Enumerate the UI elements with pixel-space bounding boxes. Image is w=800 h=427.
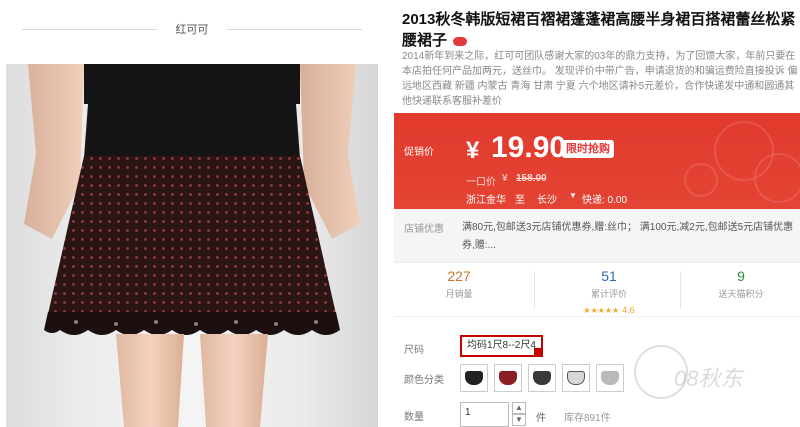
stat-reviews[interactable]: 51 累计评价 ★★★★★ 4.6 [544,263,674,318]
color-swatch[interactable] [596,364,624,392]
price-label: 促销价 [404,147,434,158]
stat-value: 227 [447,268,471,284]
star-rating-icon: ★★★★★ [583,306,620,315]
skirt-photo-illustration [24,64,360,427]
stock-count: 库存891件 [564,413,611,424]
ship-origin: 浙江金华 [466,195,506,206]
decor-circle [684,163,718,197]
product-info-panel: 2013秋冬韩版短裙百褶裙蓬蓬裙高腰半身裙百搭裙蕾丝松紧腰裙子 2014新年到来… [394,0,800,427]
stats-bar: 227 月销量 51 累计评价 ★★★★★ 4.6 9 送天猫积分 [394,262,800,317]
brand-header: 红可可 [0,0,384,58]
brand-name: 红可可 [175,24,209,36]
product-title: 2013秋冬韩版短裙百褶裙蓬蓬裙高腰半身裙百搭裙蕾丝松紧腰裙子 [402,9,800,51]
check-icon [533,348,542,356]
ship-destination-select[interactable]: 长沙 [537,191,557,206]
flash-sale-badge: 限时抢购 [562,140,614,158]
chevron-down-icon[interactable]: ▼ [569,191,577,200]
color-swatch[interactable] [528,364,556,392]
product-page: 红可可 2013秋冬韩版短裙百褶裙蓬蓬裙高腰半身裙百搭裙蕾丝松紧腰裙子 2014… [0,0,800,427]
currency-symbol: ¥ [466,137,480,164]
ship-to-label: 至 [515,195,525,206]
rating-row: ★★★★★ 4.6 [544,300,674,318]
hot-icon [453,36,468,46]
divider [22,29,157,30]
quantity-decrease-button[interactable]: ▼ [512,414,526,426]
quantity-unit: 件 [536,413,546,424]
divider [227,29,362,30]
product-image-panel: 红可可 [0,0,384,427]
decor-circle [754,153,800,203]
stat-value: 9 [737,268,745,284]
watermark-text: 08秋东 [674,366,743,391]
product-photo[interactable] [6,64,378,427]
quantity-input[interactable]: 1 [460,402,509,427]
stat-label: 月销量 [445,289,473,299]
stat-points: 9 送天猫积分 [686,263,796,318]
quantity-label: 数量 [404,412,424,423]
watermark: 08秋东 [634,345,764,405]
color-swatch[interactable] [494,364,522,392]
stat-label: 累计评价 [590,289,627,299]
stat-value: 51 [601,268,617,284]
price-value: 19.90 [491,131,567,164]
stat-label: 送天猫积分 [718,289,764,299]
store-coupon: 店铺优惠 满80元,包邮送3元店铺优惠券,赠:丝巾； 满100元,减2元,包邮送… [394,209,800,262]
size-label: 尺码 [404,345,424,356]
skirt-thumbnail [533,371,551,385]
skirt-thumbnail [465,371,483,385]
color-swatch[interactable] [562,364,590,392]
original-price-value: 158.00 [516,173,547,184]
divider [534,271,535,309]
skirt-thumbnail [499,371,517,385]
size-option-text: 均码1尺8--2尺4 [467,340,536,351]
coupon-text: 满80元,包邮送3元店铺优惠券,赠:丝巾； 满100元,减2元,包邮送5元店铺优… [462,222,794,251]
original-price-label: 一口价 [466,177,496,188]
color-swatch[interactable] [460,364,488,392]
stat-monthly-sales: 227 月销量 [394,263,524,318]
original-currency-symbol: ¥ [502,173,508,184]
size-option[interactable]: 均码1尺8--2尺4 [460,335,543,357]
divider [680,271,681,309]
color-label: 颜色分类 [404,375,444,386]
coupon-label: 店铺优惠 [404,224,444,235]
shipping-fee: 快递: 0.00 [582,195,628,206]
promo-text: 2014新年到来之际，红可可团队感谢大家的03年的鼎力支持，为了回馈大家，年前只… [402,51,798,107]
skirt-thumbnail [567,371,585,385]
price-panel: 促销价 ¥ 19.90 限时抢购 一口价 ¥ 158.00 浙江金华 至 长沙 … [394,113,800,209]
quantity-increase-button[interactable]: ▲ [512,402,526,414]
skirt-thumbnail [601,371,619,385]
rating-value: 4.6 [622,305,635,315]
